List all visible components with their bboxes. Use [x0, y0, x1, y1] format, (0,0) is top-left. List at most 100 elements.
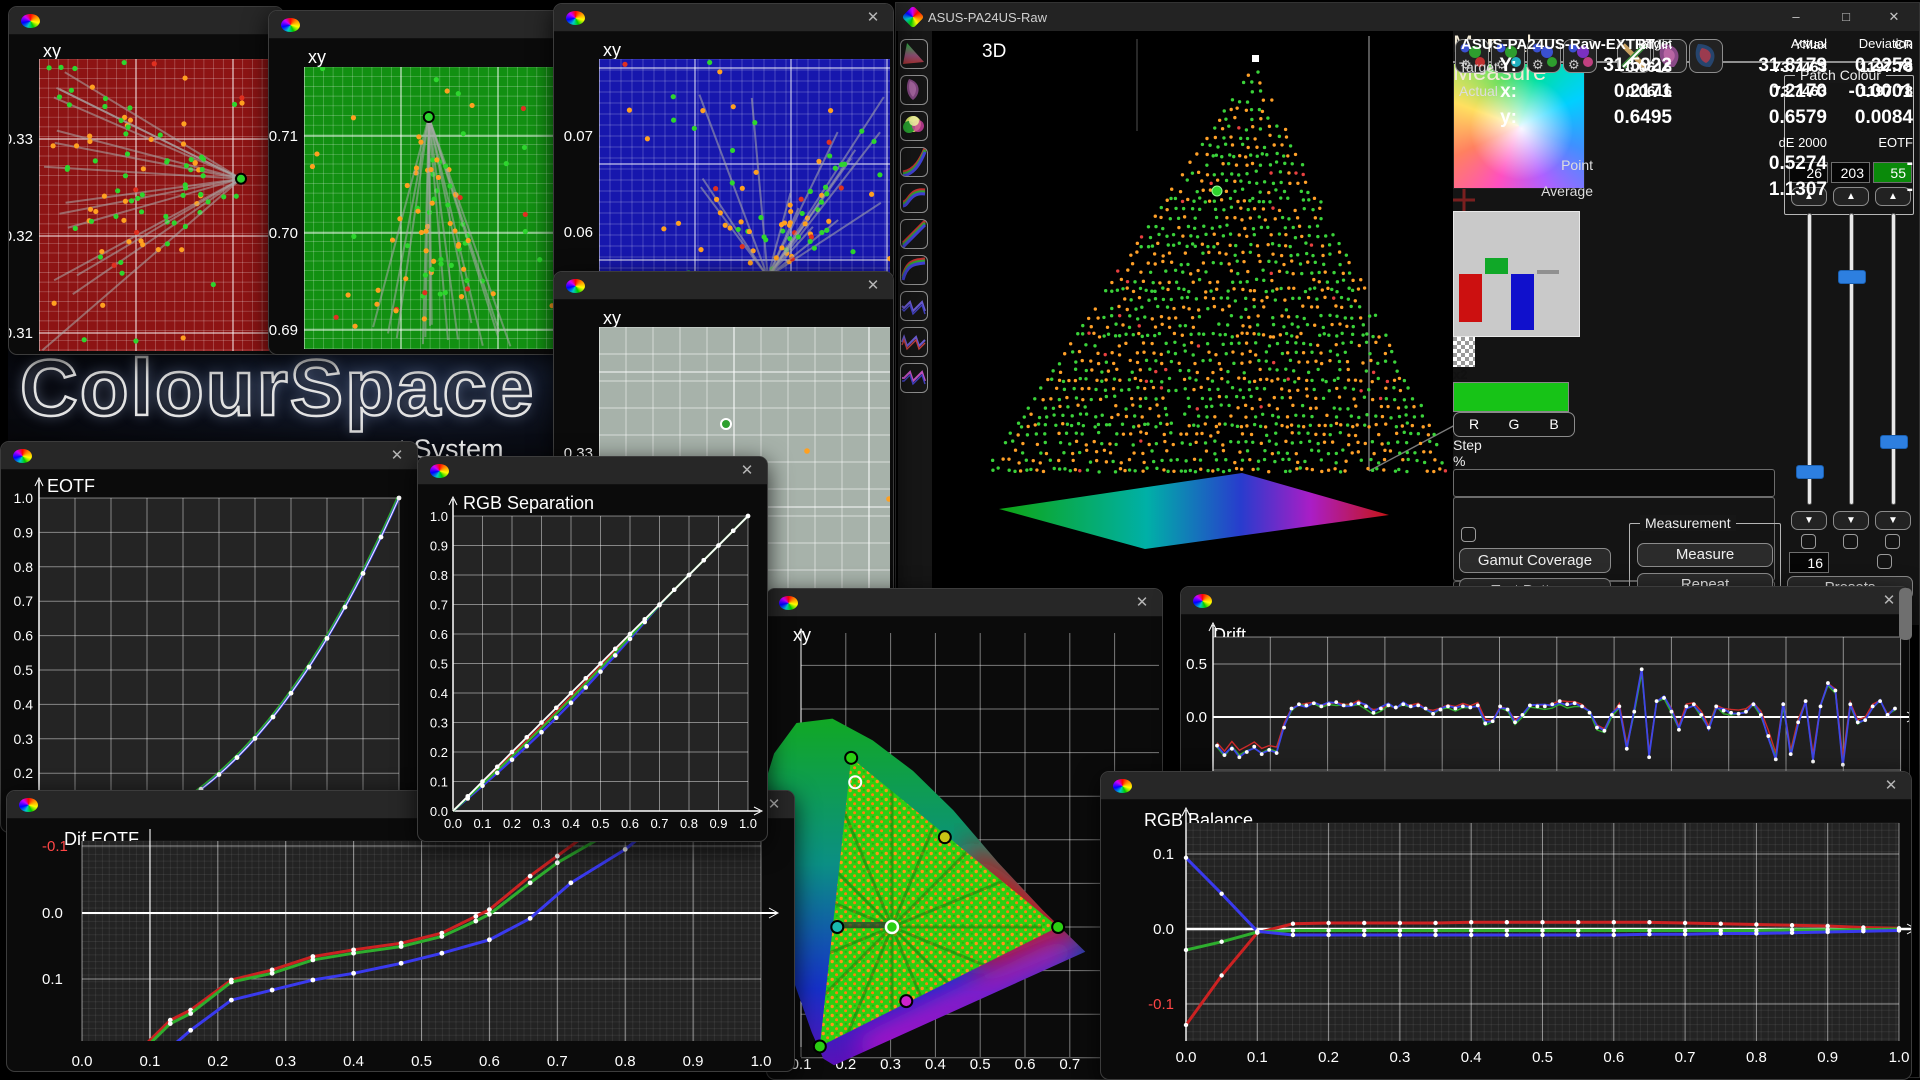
y-tick-label: 0.9: [14, 524, 34, 540]
y-tick-label: 0.9: [430, 539, 448, 554]
close-icon[interactable]: ✕: [863, 8, 883, 28]
maximize-icon[interactable]: □: [1831, 7, 1861, 27]
gamut-uv-thumb-icon[interactable]: [900, 75, 928, 105]
channel-slider-thumb[interactable]: [1838, 270, 1866, 284]
x-tick-label: 0.0: [1176, 1049, 1197, 1066]
channel-label-g[interactable]: G: [1494, 413, 1534, 436]
colourspace-icon: [566, 279, 585, 293]
x-tick-label: 1.0: [739, 816, 757, 831]
chart-title: xy: [308, 47, 326, 67]
main-window-title: ASUS-PA24US-Raw: [928, 10, 1047, 25]
delta-row-label: Point: [1513, 157, 1593, 173]
channel-label-b[interactable]: B: [1534, 413, 1574, 436]
colourspace-icon: [19, 798, 38, 812]
close-icon[interactable]: ✕: [1132, 593, 1152, 613]
window-titlebar[interactable]: ✕: [1181, 587, 1909, 615]
greyscale-thumb-icon[interactable]: [900, 255, 928, 285]
window-titlebar[interactable]: ✕: [767, 589, 1162, 617]
measure-button[interactable]: Measure: [1637, 543, 1773, 567]
window-titlebar[interactable]: [9, 7, 283, 35]
x-tick-label: 0.7: [547, 1053, 568, 1070]
channel-slider-track[interactable]: [1891, 213, 1896, 505]
slider-down-button[interactable]: ▼: [1791, 511, 1827, 530]
gamut-coverage-button[interactable]: Gamut Coverage: [1459, 548, 1611, 573]
close-icon[interactable]: ✕: [1881, 776, 1901, 796]
x-tick-label: 0.7: [650, 816, 668, 831]
colourspace-icon: [430, 464, 449, 478]
x-tick-label: 1.0: [751, 1053, 772, 1070]
eotf-thumb-icon[interactable]: [900, 147, 928, 177]
gamut-3d-view[interactable]: 3D: [932, 31, 1492, 625]
window-titlebar[interactable]: [269, 11, 565, 39]
x-tick-label: 0.0: [72, 1053, 93, 1070]
x-tick-label: 0.5: [411, 1053, 432, 1070]
profile-name-row[interactable]: ASUS-PA24US-Raw-EXTRT-: [1453, 469, 1775, 497]
checkerboard-icon: [1453, 337, 1475, 367]
channel-label-r[interactable]: R: [1454, 413, 1494, 436]
deviation-checkbox[interactable]: [1461, 527, 1476, 542]
channel-slider-thumb[interactable]: [1880, 435, 1908, 449]
drift-thumb-icon[interactable]: [900, 291, 928, 321]
patch-swatch: [1453, 382, 1569, 412]
colour-shift-thumb-icon[interactable]: [900, 363, 928, 393]
gamut-3d-thumb-icon[interactable]: [900, 111, 928, 141]
x-tick-label: 0.5: [591, 816, 609, 831]
y-tick-label: 0.5: [14, 662, 34, 678]
y-tick-label: 0.0: [42, 905, 63, 922]
x-tick-label: 0.3: [532, 816, 550, 831]
table-row: Y:31.592231.81790.2258: [1453, 55, 1919, 77]
window-titlebar[interactable]: ✕: [1101, 772, 1911, 800]
percent-checkbox[interactable]: [1877, 554, 1892, 569]
x-tick-label: 0.3: [275, 1053, 296, 1070]
x-tick-label: 0.4: [925, 1056, 946, 1073]
channel-slider-track[interactable]: [1849, 213, 1854, 505]
window-titlebar[interactable]: ✕: [418, 457, 767, 485]
window-titlebar[interactable]: ✕: [554, 272, 893, 300]
channel-slider-track[interactable]: [1807, 213, 1812, 505]
chart-title: xy: [603, 308, 621, 328]
close-icon[interactable]: ✕: [1879, 591, 1899, 611]
close-icon[interactable]: ✕: [863, 276, 883, 296]
x-tick-label: 0.7: [1675, 1049, 1696, 1066]
y-tick-label: 0.5: [1186, 656, 1207, 673]
y-tick-label: 0.06: [564, 224, 593, 241]
rgb-levels-thumb-icon[interactable]: [900, 183, 928, 213]
x-tick-label: 0.21: [331, 354, 360, 355]
close-icon[interactable]: ✕: [1879, 7, 1909, 27]
y-tick-label: 0.1: [42, 971, 63, 988]
colourspace-icon: [779, 596, 798, 610]
minimize-icon[interactable]: –: [1781, 7, 1811, 27]
x-tick-label: 0.8: [615, 1053, 636, 1070]
close-icon[interactable]: ✕: [387, 446, 407, 466]
channel-slider-thumb[interactable]: [1796, 465, 1824, 479]
rgb-header: RGB: [1453, 412, 1575, 437]
y-tick-label: 0.2: [14, 765, 34, 781]
main-titlebar[interactable]: ASUS-PA24US-Raw – □ ✕: [896, 3, 1919, 31]
window-titlebar[interactable]: ✕: [554, 4, 893, 32]
x-tick-label: 0.9: [709, 816, 727, 831]
slider-down-button[interactable]: ▼: [1875, 511, 1911, 530]
xy-blue-window: ✕xy0.070.06: [553, 3, 894, 282]
x-tick-label: 0.9: [683, 1053, 704, 1070]
y-tick-label: 0.8: [430, 568, 448, 583]
x-tick-label: 0.3: [1389, 1049, 1410, 1066]
channel-checkbox[interactable]: [1843, 534, 1858, 549]
slider-down-button[interactable]: ▼: [1833, 511, 1869, 530]
rgb-separation-thumb-icon[interactable]: [900, 219, 928, 249]
y-tick-label: 0.0: [1186, 709, 1207, 726]
gamut-xy-thumb-icon[interactable]: [900, 39, 928, 69]
channel-checkbox[interactable]: [1885, 534, 1900, 549]
close-icon[interactable]: ✕: [737, 461, 757, 481]
step-value-field[interactable]: 16: [1789, 552, 1829, 573]
table-row: y:0.64950.65790.0084: [1453, 107, 1919, 129]
logo-wordmark: ColourSpace: [20, 342, 535, 434]
y-tick-label: 0.4: [14, 696, 34, 712]
y-tick-label: 1.0: [430, 509, 448, 524]
window-titlebar[interactable]: ✕: [1, 442, 417, 470]
scrollbar-handle[interactable]: [1899, 588, 1912, 640]
channel-checkbox[interactable]: [1801, 534, 1816, 549]
table-header-row: TargetActualDeviation: [1453, 36, 1919, 51]
rgb-separation-window: ✕RGB Separation1.00.90.80.70.60.50.40.30…: [417, 456, 768, 842]
dif-eotf-thumb-icon[interactable]: [900, 327, 928, 357]
rgb-balance-window-chart: RGB Balance0.10.0-0.10.00.10.20.30.40.50…: [1101, 800, 1912, 1080]
